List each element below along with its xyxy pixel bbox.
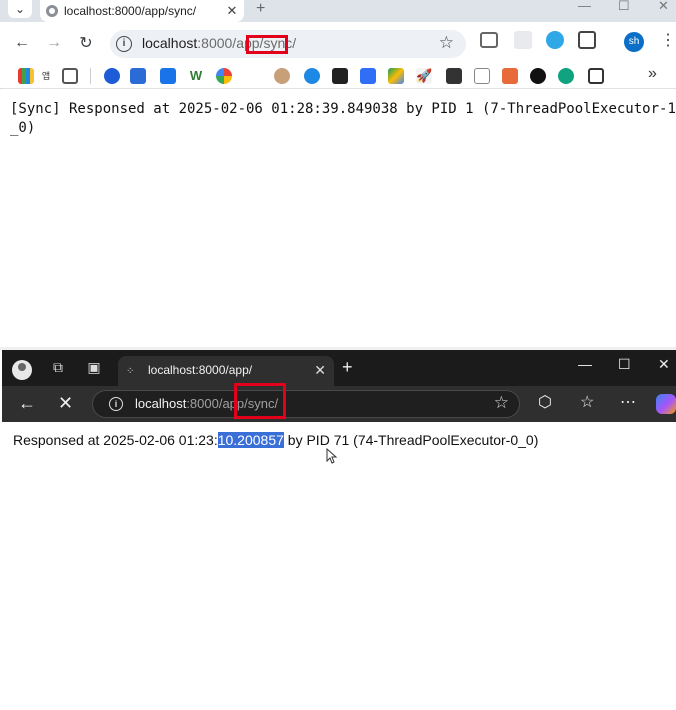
- highlight-box: [234, 383, 286, 419]
- tab-search-button[interactable]: ⌄: [8, 0, 32, 18]
- close-window-button[interactable]: ✕: [658, 356, 670, 373]
- puzzle-icon[interactable]: [578, 31, 596, 49]
- response-text-after: by PID 71 (74-ThreadPoolExecutor-0_0): [283, 432, 539, 448]
- profile-icon[interactable]: [12, 360, 32, 380]
- bookmark-icon[interactable]: [332, 68, 348, 84]
- apps-icon[interactable]: [18, 68, 34, 84]
- bookmark-icon[interactable]: [104, 68, 120, 84]
- chevron-down-icon: ⌄: [14, 2, 26, 16]
- extensions-icon[interactable]: ⬡: [538, 394, 552, 412]
- tab-actions-icon[interactable]: ▣: [86, 359, 102, 375]
- back-arrow-icon[interactable]: ←: [18, 393, 36, 413]
- back-arrow-icon[interactable]: ←: [10, 31, 34, 55]
- maximize-button[interactable]: ☐: [618, 356, 631, 373]
- more-icon[interactable]: ⋯: [620, 394, 636, 412]
- address-bar[interactable]: i localhost:8000/app/sync/ ☆: [110, 30, 466, 58]
- workspaces-icon[interactable]: ⧉: [50, 359, 66, 375]
- bookmark-icon[interactable]: W: [188, 68, 204, 84]
- stop-loading-icon[interactable]: ✕: [58, 393, 73, 413]
- bookmark-icon[interactable]: [502, 68, 518, 84]
- loading-icon: ⁘: [126, 366, 135, 377]
- bookmark-separator: [90, 68, 91, 84]
- response-text: Responsed at 2025-02-06 01:23:10.200857 …: [13, 431, 538, 449]
- site-info-icon[interactable]: i: [109, 397, 123, 411]
- address-bar[interactable]: i localhost:8000/app/sync/ ☆: [92, 390, 520, 418]
- bookmark-icon[interactable]: [304, 68, 320, 84]
- url-host: localhost: [135, 396, 187, 411]
- extension-icon[interactable]: [546, 31, 564, 49]
- selected-text[interactable]: 10.200857: [217, 432, 284, 448]
- tab-title: localhost:8000/app/sync/: [64, 4, 197, 18]
- drive-icon[interactable]: [388, 68, 404, 84]
- avatar[interactable]: sh: [624, 32, 644, 52]
- response-text: [Sync] Responsed at 2025-02-06 01:28:39.…: [10, 101, 676, 136]
- bookmark-star-icon[interactable]: ☆: [439, 33, 454, 53]
- tab-strip: ⌄ localhost:8000/app/sync/ ✕ + — ☐ ✕: [0, 0, 676, 22]
- grid-icon[interactable]: [62, 68, 78, 84]
- toolbar: ← → ↻ i localhost:8000/app/sync/ ☆ sh ⋮: [0, 22, 676, 64]
- more-icon[interactable]: ⋮: [660, 30, 676, 50]
- chrome-window: ⌄ localhost:8000/app/sync/ ✕ + — ☐ ✕ ← →…: [0, 0, 676, 350]
- maximize-button[interactable]: ☐: [618, 0, 630, 12]
- extension-icon[interactable]: [514, 31, 532, 49]
- bookmark-icon[interactable]: [558, 68, 574, 84]
- close-tab-icon[interactable]: ✕: [224, 3, 240, 19]
- close-window-button[interactable]: ✕: [658, 0, 669, 12]
- rocket-icon[interactable]: 🚀: [416, 68, 432, 84]
- close-tab-icon[interactable]: ✕: [314, 362, 326, 379]
- page-content: [Sync] Responsed at 2025-02-06 01:28:39.…: [0, 89, 676, 350]
- new-tab-button[interactable]: +: [256, 0, 265, 18]
- calendar-icon[interactable]: [130, 68, 146, 84]
- url-host: localhost: [142, 35, 198, 51]
- site-info-icon[interactable]: i: [116, 36, 132, 52]
- copilot-icon[interactable]: [656, 394, 676, 414]
- highlight-box: [246, 35, 288, 54]
- bookmark-icon[interactable]: [274, 68, 290, 84]
- dropbox-icon[interactable]: [360, 68, 376, 84]
- more-bookmarks-icon[interactable]: »: [648, 65, 657, 83]
- response-text-before: Responsed at 2025-02-06 01:23:: [13, 432, 218, 448]
- favorites-icon[interactable]: ☆: [580, 394, 594, 412]
- tab-app[interactable]: ⁘ localhost:8000/app/ ✕: [118, 356, 334, 386]
- camera-icon[interactable]: [480, 32, 498, 48]
- bookmark-icon[interactable]: [216, 68, 232, 84]
- calendar-icon[interactable]: [446, 68, 462, 84]
- title-bar: ⧉ ▣ ⁘ localhost:8000/app/ ✕ + — ☐ ✕: [2, 350, 676, 386]
- reload-icon[interactable]: ↻: [74, 31, 98, 55]
- favorite-star-icon[interactable]: ☆: [494, 393, 509, 413]
- minimize-button[interactable]: —: [578, 0, 591, 12]
- favicon-icon: [46, 5, 58, 17]
- bookmark-icon[interactable]: [530, 68, 546, 84]
- page-content: Responsed at 2025-02-06 01:23:10.200857 …: [2, 422, 676, 710]
- bookmark-icon[interactable]: 앱: [38, 68, 54, 84]
- new-tab-button[interactable]: +: [342, 358, 353, 376]
- bookmark-icon[interactable]: [474, 68, 490, 84]
- bookmark-icon[interactable]: [160, 68, 176, 84]
- toolbar: ← ✕ i localhost:8000/app/sync/ ☆ ⬡ ☆ ⋯: [2, 386, 676, 422]
- bookmarks-bar: 앱 W 🚀 »: [0, 64, 676, 89]
- forward-arrow-icon[interactable]: →: [42, 31, 66, 55]
- tab-sync[interactable]: localhost:8000/app/sync/ ✕: [40, 0, 244, 22]
- cursor-icon: [326, 448, 338, 464]
- tab-title: localhost:8000/app/: [148, 363, 253, 377]
- edge-window: ⧉ ▣ ⁘ localhost:8000/app/ ✕ + — ☐ ✕ ← ✕ …: [2, 350, 676, 710]
- minimize-button[interactable]: —: [578, 356, 592, 372]
- bookmark-icon[interactable]: [588, 68, 604, 84]
